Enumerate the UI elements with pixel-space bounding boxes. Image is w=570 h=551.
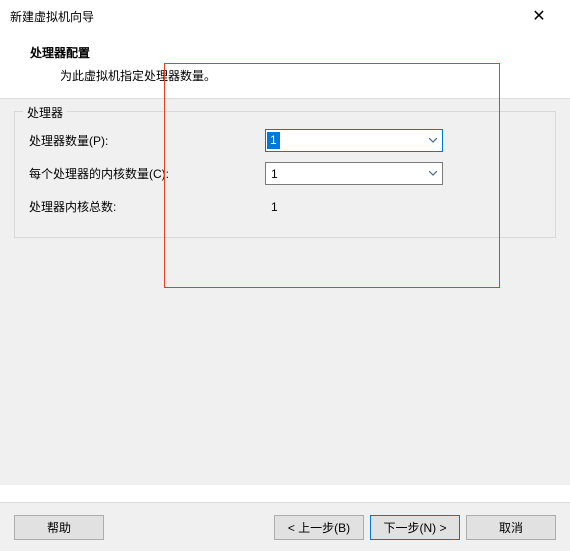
processors-group: 处理器 处理器数量(P): 1 每个处理器的内核数量(C): 1	[14, 111, 556, 238]
label-processors: 处理器数量(P):	[29, 132, 265, 149]
help-button[interactable]: 帮助	[14, 515, 104, 540]
label-total-cores: 处理器内核总数:	[29, 198, 265, 215]
total-cores-value: 1	[265, 200, 278, 214]
chevron-down-icon	[424, 138, 442, 143]
window-title: 新建虚拟机向导	[10, 8, 518, 25]
close-button[interactable]: ✕	[518, 2, 560, 30]
page-title: 处理器配置	[30, 44, 540, 61]
row-processors: 处理器数量(P): 1	[29, 124, 541, 157]
processors-value: 1	[267, 132, 280, 149]
content-area: 处理器 处理器数量(P): 1 每个处理器的内核数量(C): 1	[0, 99, 570, 485]
next-button[interactable]: 下一步(N) >	[370, 515, 460, 540]
back-button[interactable]: < 上一步(B)	[274, 515, 364, 540]
titlebar: 新建虚拟机向导 ✕	[0, 0, 570, 32]
wizard-footer: 帮助 < 上一步(B) 下一步(N) > 取消	[0, 502, 570, 551]
row-cores-per-processor: 每个处理器的内核数量(C): 1	[29, 157, 541, 190]
cancel-button[interactable]: 取消	[466, 515, 556, 540]
cores-per-processor-combo[interactable]: 1	[265, 162, 443, 185]
close-icon: ✕	[532, 6, 545, 26]
chevron-down-icon	[424, 171, 442, 176]
processors-combo[interactable]: 1	[265, 129, 443, 152]
wizard-header: 处理器配置 为此虚拟机指定处理器数量。	[0, 32, 570, 99]
group-legend: 处理器	[23, 104, 67, 121]
label-cores-per-processor: 每个处理器的内核数量(C):	[29, 165, 265, 182]
row-total-cores: 处理器内核总数: 1	[29, 190, 541, 223]
page-subtitle: 为此虚拟机指定处理器数量。	[30, 67, 540, 84]
cores-per-processor-value: 1	[266, 167, 424, 181]
